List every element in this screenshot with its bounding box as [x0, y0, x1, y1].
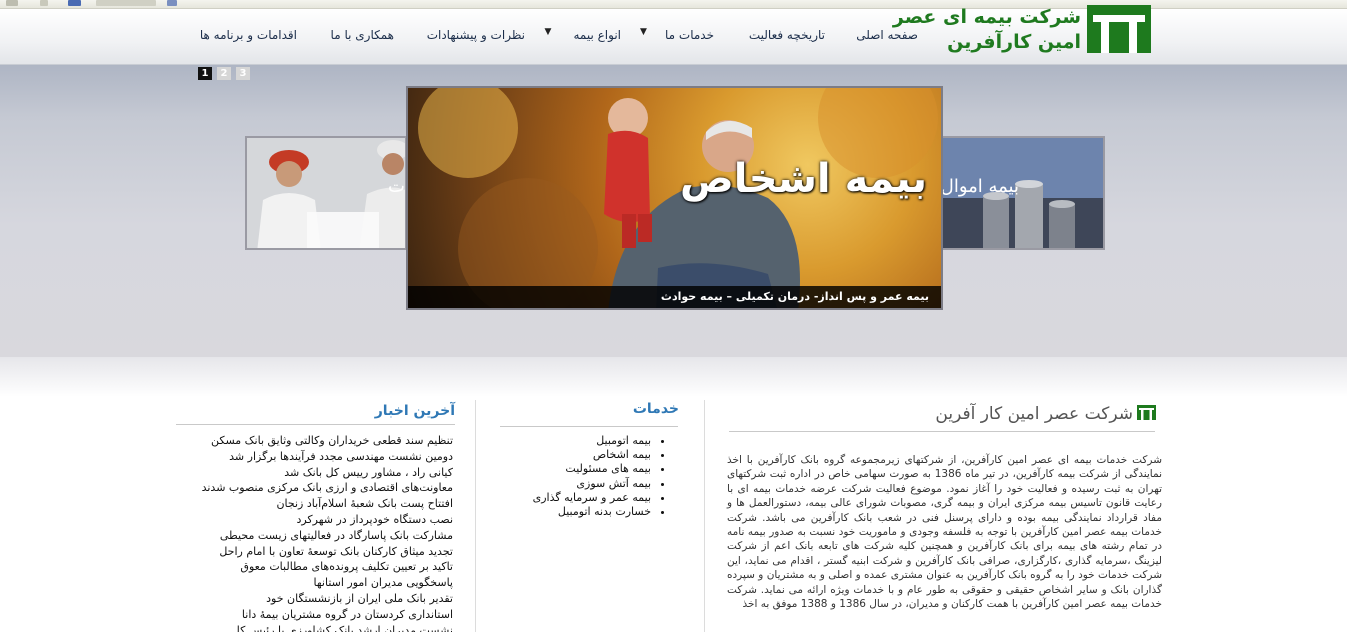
- news-item[interactable]: افتتاح پست بانک شعبهٔ اسلام‌آباد زنجان: [202, 496, 453, 512]
- service-item[interactable]: بیمه آتش سوزی: [533, 477, 651, 491]
- about-section-title: شرکت عصر امین کار آفرین: [935, 404, 1133, 424]
- news-item[interactable]: تاکید بر تعیین تکلیف پرونده‌های مطالبات …: [202, 559, 453, 575]
- slider-main-caption: بیمه عمر و پس انداز- درمان تکمیلی – بیمه…: [408, 286, 941, 308]
- slider-page-3[interactable]: 3: [236, 67, 250, 80]
- slider-left-label: ت: [388, 176, 405, 197]
- nav-item-history[interactable]: تاریخچه فعالیت: [749, 28, 825, 42]
- about-paragraph: شرکت خدمات بیمه ای عصر امین کارآفرین، از…: [727, 454, 1162, 611]
- company-logo-small: [1137, 405, 1156, 420]
- services-section-title: خدمات: [632, 401, 679, 417]
- news-item[interactable]: کیانی راد ، مشاور رییس کل بانک شد: [202, 465, 453, 481]
- news-item[interactable]: استانداری کردستان در گروه مشتریان بیمهٔ …: [202, 607, 453, 623]
- toolbar-icon: [167, 0, 177, 6]
- slider-page-1[interactable]: 1: [198, 67, 212, 80]
- news-item[interactable]: مشارکت بانک پاسارگاد در فعالیتهای زیست م…: [202, 528, 453, 544]
- column-separator: [704, 400, 705, 632]
- news-item[interactable]: تنظیم سند قطعی خریداران وکالتی وثایق بان…: [202, 433, 453, 449]
- news-item[interactable]: تجدید میثاق کارکنان بانک توسعهٔ تعاون با…: [202, 544, 453, 560]
- toolbar-mark: [40, 0, 48, 6]
- chevron-down-icon: ▼: [544, 27, 552, 37]
- services-title-rule: [500, 426, 678, 427]
- nav-item-careers[interactable]: همکاری با ما: [331, 28, 394, 42]
- slider-floor: [0, 357, 1347, 397]
- service-item[interactable]: بیمه های مسئولیت: [533, 462, 651, 476]
- nav-item-programs[interactable]: اقدامات و برنامه ها: [200, 28, 297, 42]
- news-item[interactable]: نصب دستگاه خودپرداز در شهرکرد: [202, 512, 453, 528]
- news-item[interactable]: تقدیر بانک ملی ایران از بازنشستگان خود: [202, 591, 453, 607]
- company-name-line2: امین کارآفرین: [947, 31, 1081, 53]
- news-item[interactable]: نشست مدیران ارشد بانک کشاورزی با رئیس کل: [202, 623, 453, 632]
- toolbar-mark: [96, 0, 156, 6]
- news-item[interactable]: معاونت‌های اقتصادی و ارزی بانک مرکزی منص…: [202, 480, 453, 496]
- slider-slide-right[interactable]: بیمه اموال: [941, 136, 1105, 250]
- company-logo: [1087, 5, 1151, 53]
- slider-right-label: بیمه اموال: [941, 176, 1019, 197]
- nav-item-insurance-types-label: انواع بیمه: [573, 28, 621, 42]
- nav-item-services[interactable]: خدمات ما ▼: [640, 27, 714, 42]
- nav-item-feedback[interactable]: نظرات و پیشنهادات: [427, 28, 525, 42]
- service-item[interactable]: بیمه عمر و سرمایه گذاری: [533, 491, 651, 505]
- toolbar-mark: [6, 0, 18, 6]
- nav-item-insurance-types[interactable]: انواع بیمه ▼: [544, 27, 621, 42]
- slider-page-2[interactable]: 2: [217, 67, 231, 80]
- about-title-rule: [729, 431, 1155, 432]
- service-item[interactable]: بیمه اشخاص: [533, 448, 651, 462]
- nav-item-home[interactable]: صفحه اصلی: [856, 28, 918, 42]
- toolbar-icon: [68, 0, 81, 6]
- company-name-line1: شرکت بیمه ای عصر: [892, 6, 1081, 28]
- slider-main-slide[interactable]: بیمه اشخاص بیمه عمر و پس انداز- درمان تک…: [406, 86, 943, 310]
- nav-item-services-label: خدمات ما: [665, 28, 714, 42]
- news-item[interactable]: دومین نشست مهندسی مجدد فرآیندها برگزار ش…: [202, 449, 453, 465]
- news-title-rule: [176, 424, 455, 425]
- news-list: تنظیم سند قطعی خریداران وکالتی وثایق بان…: [202, 433, 453, 632]
- service-item[interactable]: بیمه اتومبیل: [533, 434, 651, 448]
- service-item[interactable]: خسارت بدنه اتومبیل: [533, 505, 651, 519]
- engineers-image: [247, 138, 405, 248]
- slider-main-title: بیمه اشخاص: [679, 156, 927, 202]
- services-list: بیمه اتومبیل بیمه اشخاص بیمه های مسئولیت…: [533, 434, 667, 519]
- slider-slide-left[interactable]: ت: [245, 136, 407, 250]
- news-item[interactable]: پاسخگویی مدیران امور استانها: [202, 575, 453, 591]
- news-section-title: آخرین اخبار: [374, 403, 455, 419]
- chevron-down-icon: ▼: [640, 27, 647, 37]
- column-separator: [475, 400, 476, 632]
